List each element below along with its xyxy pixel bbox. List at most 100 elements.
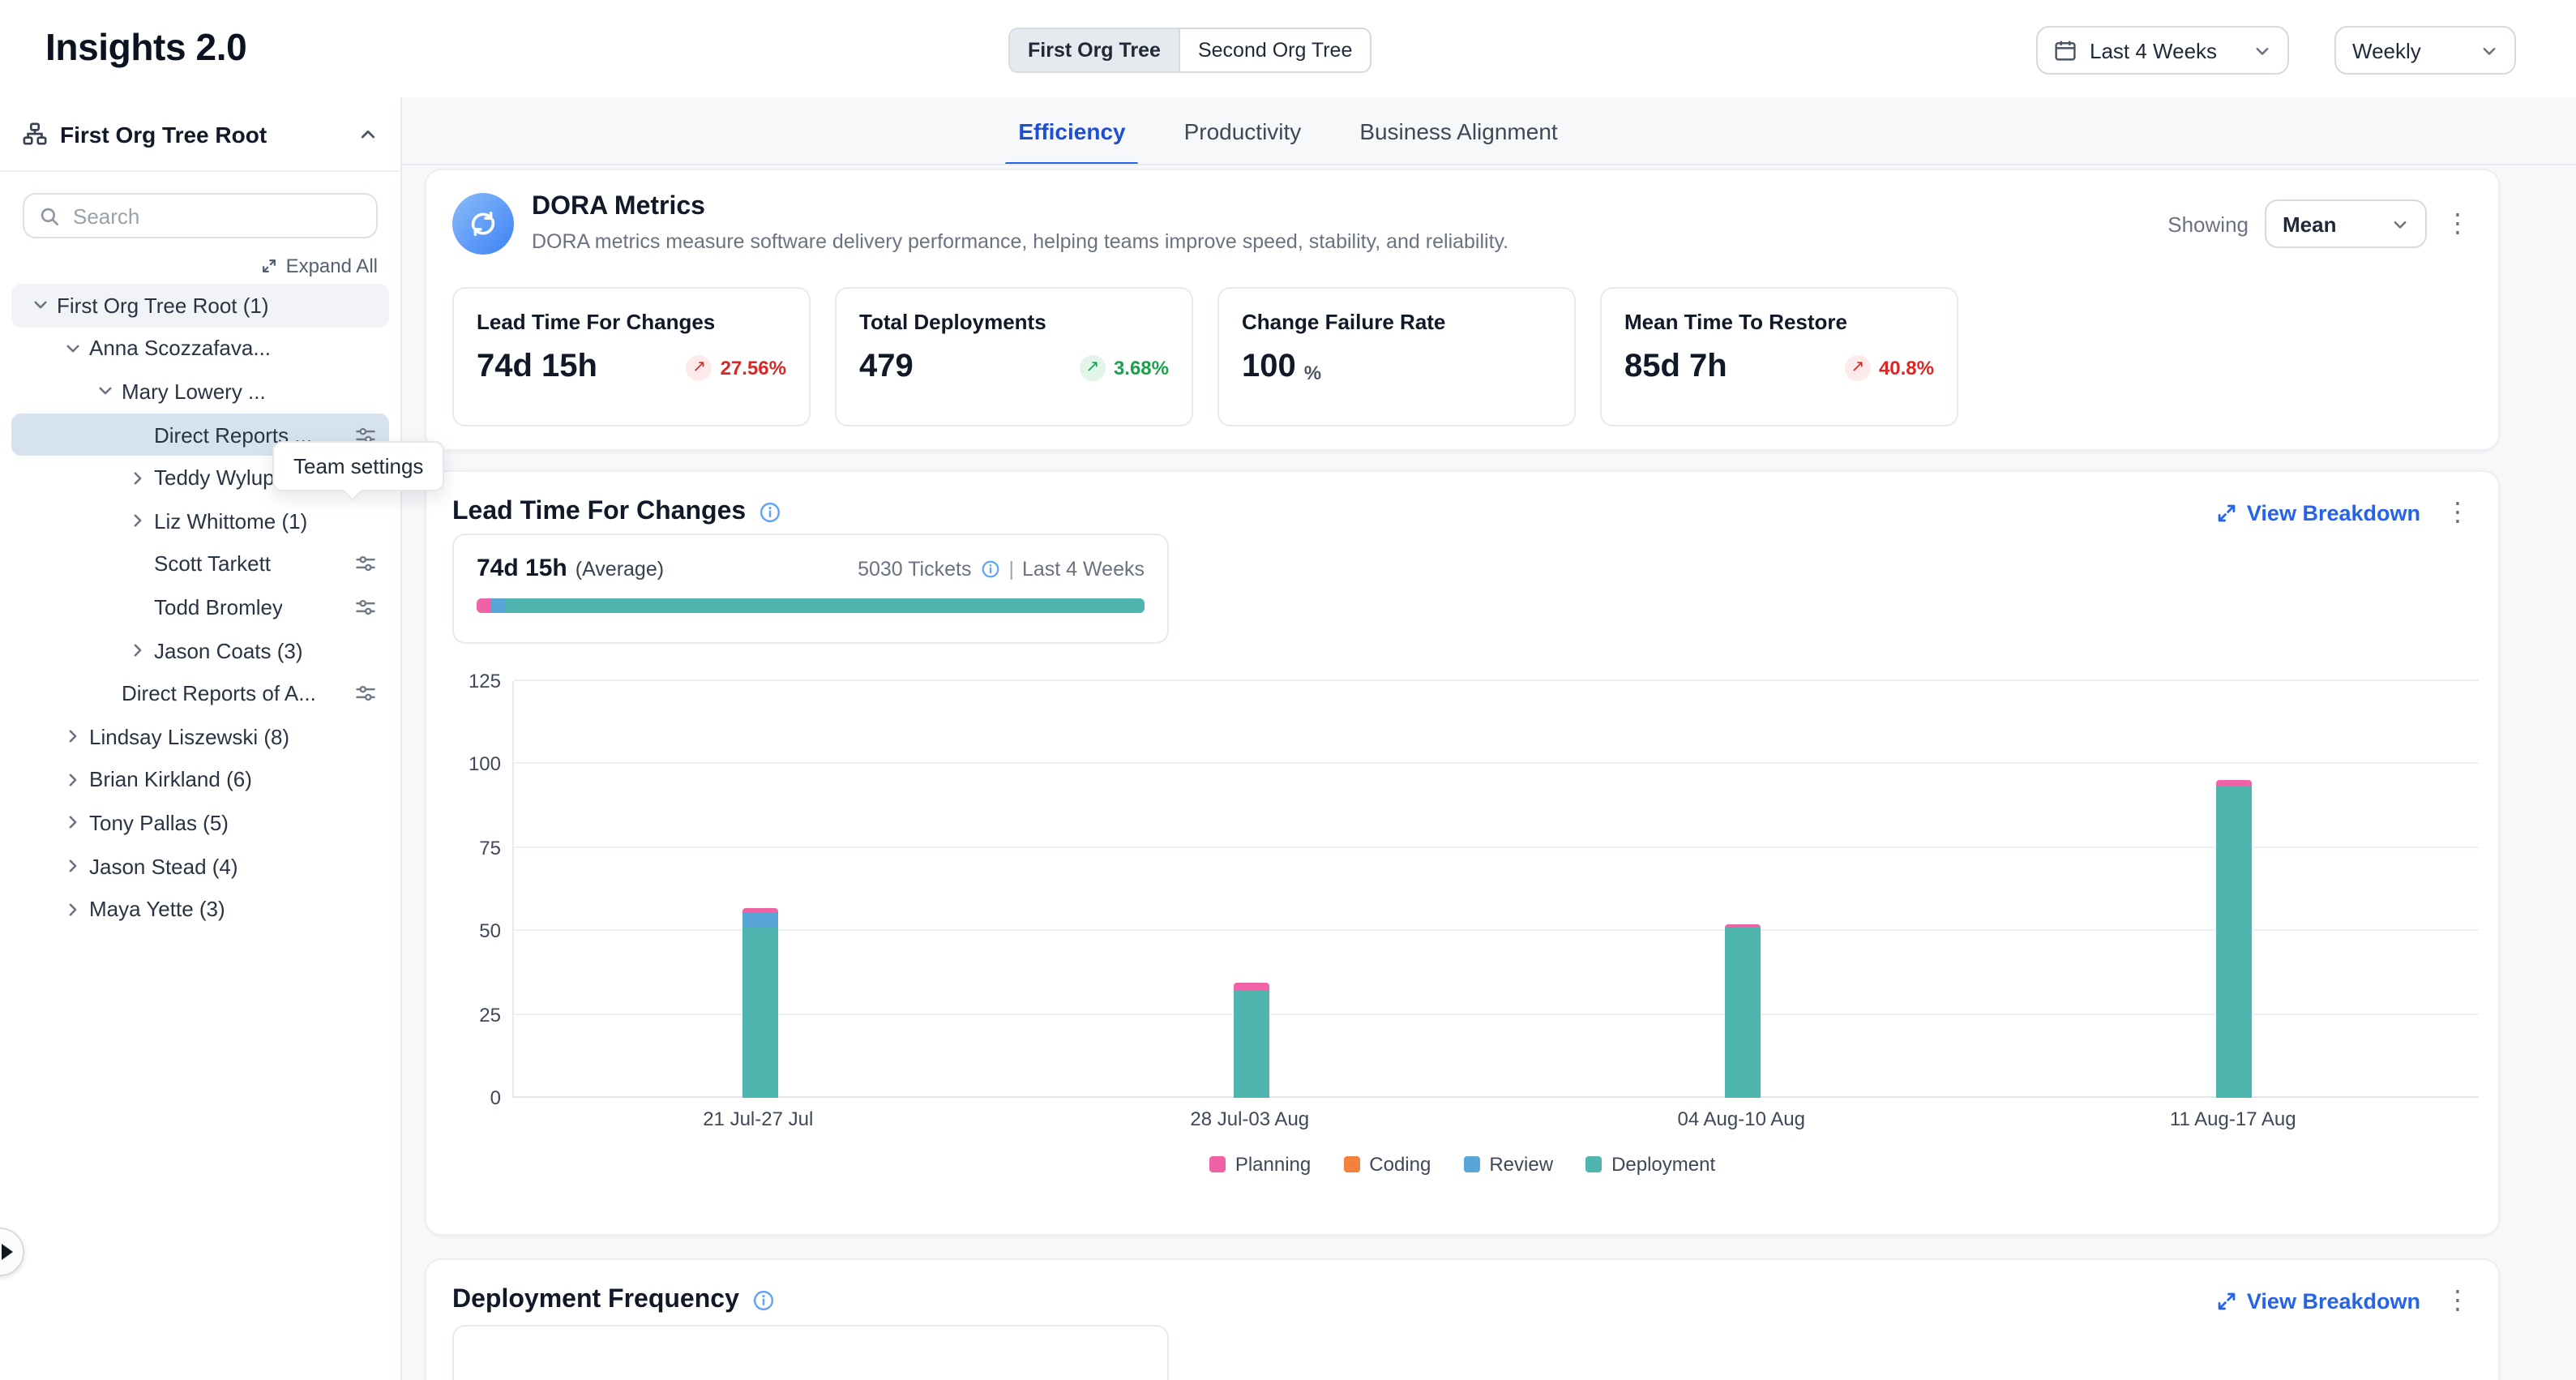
bar-segment-deployment[interactable] — [2215, 786, 2251, 1098]
dora-titles: DORA Metrics DORA metrics measure softwa… — [532, 193, 1508, 253]
trend-up-icon: ↗ — [687, 354, 712, 380]
summary-range: Last 4 Weeks — [1022, 558, 1145, 581]
stacked-bar[interactable] — [742, 908, 777, 1098]
y-axis: 0255075100125 — [426, 681, 501, 1098]
tab-efficiency[interactable]: Efficiency — [1018, 97, 1125, 165]
y-tick-label: 100 — [469, 753, 501, 776]
team-settings-icon[interactable] — [355, 683, 376, 704]
chevron-right-icon[interactable] — [125, 642, 151, 658]
tree-item[interactable]: Direct Reports of A... — [11, 672, 389, 715]
bar-segment-deployment[interactable] — [742, 928, 777, 1098]
chevron-right-icon[interactable] — [125, 513, 151, 529]
bar-segment-planning[interactable] — [1233, 983, 1269, 991]
search-input[interactable] — [24, 195, 376, 237]
phase-segment-planning[interactable] — [477, 598, 491, 613]
kebab-menu-icon[interactable]: ⋮ — [2443, 499, 2472, 525]
chevron-right-icon[interactable] — [125, 469, 151, 486]
metric-card: Total Deployments 479↗3.68% — [835, 287, 1193, 426]
phase-segment-review[interactable] — [491, 598, 505, 613]
arrow-right-icon — [2, 1244, 13, 1260]
chevron-right-icon[interactable] — [60, 858, 86, 874]
toggle-first-org-tree[interactable]: First Org Tree — [1010, 29, 1180, 71]
stacked-bar[interactable] — [1724, 924, 1760, 1098]
legend-item-deployment[interactable]: Deployment — [1585, 1153, 1715, 1176]
tree-item[interactable]: Todd Bromley — [11, 585, 389, 628]
granularity-value: Weekly — [2352, 38, 2467, 62]
tree-item[interactable]: Mary Lowery ... — [11, 370, 389, 413]
legend-item-planning[interactable]: Planning — [1209, 1153, 1311, 1176]
legend-label: Planning — [1235, 1153, 1311, 1176]
expand-all-button[interactable]: Expand All — [23, 255, 378, 277]
view-breakdown-button[interactable]: View Breakdown — [2216, 1288, 2420, 1313]
view-breakdown-label: View Breakdown — [2247, 1288, 2420, 1313]
metric-cards-row: Lead Time For Changes74d 15h↗27.56%Total… — [452, 287, 1958, 426]
expand-icon — [262, 258, 278, 274]
toggle-second-org-tree[interactable]: Second Org Tree — [1180, 29, 1370, 71]
chevron-down-icon[interactable] — [60, 341, 86, 357]
x-tick-label: 04 Aug-10 Aug — [1678, 1108, 1806, 1130]
tree-item-label: Direct Reports of A... — [122, 681, 316, 705]
chevron-up-icon[interactable] — [358, 124, 378, 144]
y-tick-label: 50 — [479, 919, 501, 942]
legend-swatch — [1585, 1156, 1602, 1172]
chevron-right-icon[interactable] — [60, 815, 86, 831]
team-settings-icon[interactable] — [355, 554, 376, 575]
legend-swatch — [1343, 1156, 1359, 1172]
trend-up-icon: ↗ — [1845, 354, 1871, 380]
legend-item-coding[interactable]: Coding — [1343, 1153, 1431, 1176]
deployment-frequency-title: Deployment Frequency — [452, 1286, 739, 1315]
sidebar: First Org Tree Root Expand All First Org… — [0, 97, 402, 1380]
bar-segment-deployment[interactable] — [1724, 928, 1760, 1098]
bar-segment-review[interactable] — [742, 913, 777, 928]
tree-item[interactable]: First Org Tree Root (1) — [11, 284, 389, 327]
tree-item[interactable]: Scott Tarkett — [11, 542, 389, 585]
stacked-bar[interactable] — [1233, 983, 1269, 1098]
dora-title: DORA Metrics — [532, 193, 1508, 222]
summary-meta: 5030 Tickets | Last 4 Weeks — [858, 558, 1145, 581]
view-breakdown-label: View Breakdown — [2247, 500, 2420, 525]
chevron-right-icon[interactable] — [60, 901, 86, 917]
metric-title: Total Deployments — [859, 310, 1169, 334]
tree-item[interactable]: Liz Whittome (1) — [11, 499, 389, 542]
bar-segment-deployment[interactable] — [1233, 991, 1269, 1098]
aggregation-select[interactable]: Mean — [2265, 199, 2427, 248]
legend-item-review[interactable]: Review — [1463, 1153, 1553, 1176]
chevron-down-icon[interactable] — [92, 384, 118, 400]
info-icon[interactable] — [981, 559, 1000, 579]
bar-segment-planning[interactable] — [2215, 779, 2251, 786]
info-icon[interactable] — [752, 1289, 775, 1312]
chevron-right-icon[interactable] — [60, 772, 86, 788]
y-tick-label: 0 — [490, 1086, 501, 1109]
metric-card: Mean Time To Restore85d 7h↗40.8% — [1600, 287, 1958, 426]
view-breakdown-button[interactable]: View Breakdown — [2216, 500, 2420, 525]
stacked-bar[interactable] — [2215, 779, 2251, 1098]
tree-item[interactable]: Maya Yette (3) — [11, 888, 389, 931]
chevron-down-icon — [2480, 41, 2498, 59]
metric-value-row: 100% — [1242, 349, 1551, 386]
tree-item-label: Mary Lowery ... — [122, 379, 266, 404]
info-icon[interactable] — [759, 501, 781, 524]
kebab-menu-icon[interactable]: ⋮ — [2443, 211, 2472, 237]
team-settings-icon[interactable] — [355, 597, 376, 618]
tab-productivity[interactable]: Productivity — [1184, 97, 1302, 165]
chevron-down-icon[interactable] — [28, 298, 53, 314]
tab-business-alignment[interactable]: Business Alignment — [1359, 97, 1557, 165]
app-title: Insights 2.0 — [45, 26, 246, 70]
tree-item[interactable]: Jason Stead (4) — [11, 844, 389, 887]
gridline — [514, 846, 2479, 848]
kebab-menu-icon[interactable]: ⋮ — [2443, 1288, 2472, 1314]
lead-time-plot — [512, 681, 2479, 1098]
deployment-frequency-header: Deployment Frequency View Breakdown ⋮ — [426, 1260, 2498, 1315]
phase-segment-deployment[interactable] — [505, 598, 1145, 613]
granularity-select[interactable]: Weekly — [2334, 26, 2516, 75]
metric-value-row: 85d 7h↗40.8% — [1624, 349, 1934, 386]
chevron-right-icon[interactable] — [60, 728, 86, 744]
tree-item[interactable]: Jason Coats (3) — [11, 629, 389, 672]
date-range-select[interactable]: Last 4 Weeks — [2036, 26, 2289, 75]
metric-value-row: 479↗3.68% — [859, 349, 1169, 386]
tree-item[interactable]: Anna Scozzafava... — [11, 327, 389, 370]
legend-label: Coding — [1369, 1153, 1431, 1176]
tree-item[interactable]: Tony Pallas (5) — [11, 801, 389, 844]
tree-item[interactable]: Lindsay Liszewski (8) — [11, 715, 389, 758]
tree-item[interactable]: Brian Kirkland (6) — [11, 758, 389, 801]
